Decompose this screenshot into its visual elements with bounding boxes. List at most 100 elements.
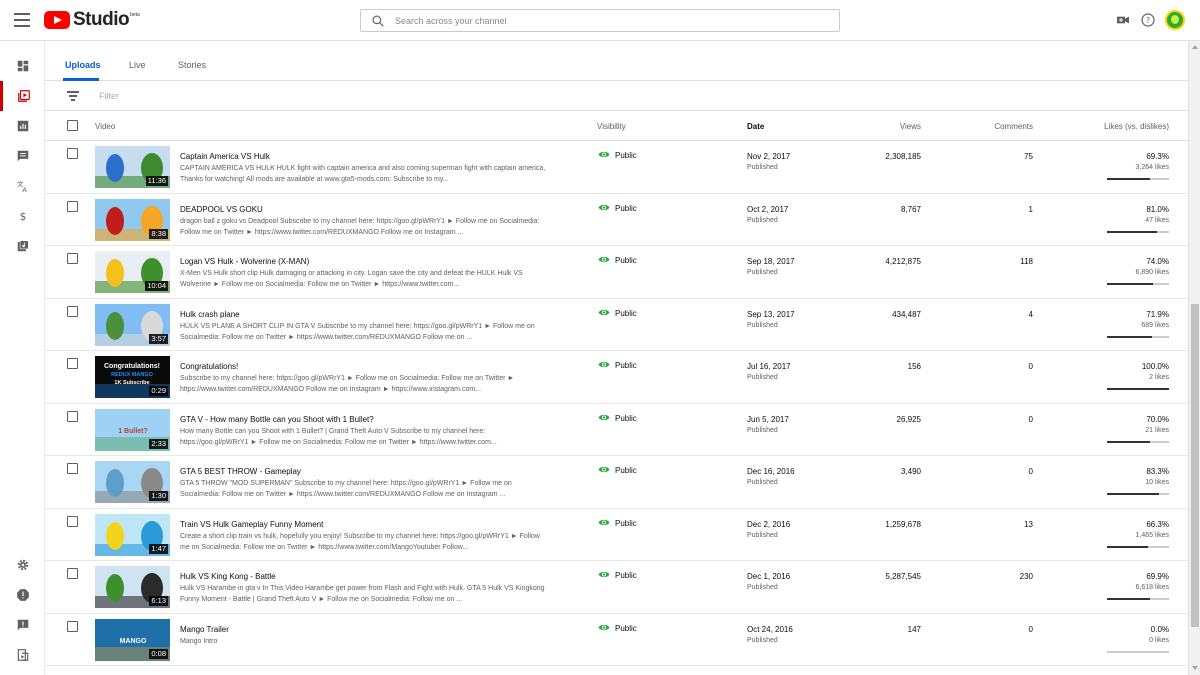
sidebar-item-comments[interactable] <box>0 141 45 171</box>
column-header-likes[interactable]: Likes (vs. dislikes) <box>1104 122 1169 131</box>
send-feedback-icon <box>17 619 28 631</box>
search-input[interactable] <box>395 10 825 31</box>
row-checkbox[interactable] <box>67 148 78 159</box>
filter-icon[interactable] <box>67 91 79 101</box>
video-title[interactable]: GTA V - How many Bottle can you Shoot wi… <box>180 415 374 424</box>
row-checkbox[interactable] <box>67 410 78 422</box>
tab-stories[interactable]: Stories <box>178 60 206 70</box>
sidebar-item-send-feedback[interactable] <box>0 610 45 640</box>
video-date: Oct 24, 2016 <box>747 624 793 634</box>
dashboard-icon <box>17 60 28 72</box>
video-title[interactable]: Captain America VS Hulk <box>180 152 270 161</box>
table-row[interactable]: 1:47 Train VS Hulk Gameplay Funny Moment C… <box>45 509 1188 561</box>
video-title[interactable]: Hulk crash plane <box>180 310 240 319</box>
column-header-visibility[interactable]: Visibility <box>597 122 626 131</box>
column-header-date[interactable]: Date <box>747 122 764 131</box>
column-header-comments[interactable]: Comments <box>994 122 1033 131</box>
sidebar-item-audio-library[interactable] <box>0 231 45 261</box>
video-description: Create a short clip train vs hulk, hopef… <box>180 532 540 551</box>
video-title[interactable]: Logan VS Hulk - Wolverine (X-MAN) <box>180 257 309 266</box>
sidebar-item-analytics[interactable] <box>0 111 45 141</box>
scroll-up-arrow[interactable] <box>1192 45 1198 49</box>
visibility-label[interactable]: Public <box>615 519 637 528</box>
menu-icon[interactable] <box>14 13 30 27</box>
video-thumbnail[interactable]: 6:13 <box>95 566 170 608</box>
table-row[interactable]: 1:30 GTA 5 BEST THROW - Gameplay GTA 5 THR… <box>45 456 1188 509</box>
video-thumbnail[interactable]: MANGO 0:08 <box>95 618 170 661</box>
video-comments: 1 <box>1028 204 1033 214</box>
video-comments: 0 <box>1028 362 1033 371</box>
likes-count: 21 likes <box>1145 426 1169 434</box>
row-checkbox[interactable] <box>67 253 78 264</box>
visibility-label[interactable]: Public <box>615 361 637 370</box>
likes-ratio-fill <box>1107 493 1159 495</box>
sidebar-item-videos[interactable] <box>0 81 45 111</box>
visibility-label[interactable]: Public <box>615 414 637 423</box>
table-row[interactable]: 10:04 Logan VS Hulk - Wolverine (X-MAN) X-… <box>45 246 1188 299</box>
table-row[interactable]: Congratulations! REDUX MANGO 1K Subscribe 0… <box>45 351 1188 404</box>
help-icon[interactable]: ? <box>1140 12 1156 28</box>
filter-input[interactable] <box>99 87 399 104</box>
video-title[interactable]: Congratulations! <box>180 362 238 371</box>
video-thumbnail[interactable]: 10:04 <box>95 251 170 293</box>
visibility-label[interactable]: Public <box>615 571 637 580</box>
eye-icon <box>598 204 610 210</box>
visibility-label[interactable]: Public <box>615 624 637 633</box>
row-checkbox[interactable] <box>67 515 78 527</box>
row-checkbox[interactable] <box>67 463 78 474</box>
video-thumbnail[interactable]: 8:38 <box>95 198 170 241</box>
row-checkbox[interactable] <box>67 568 78 579</box>
svg-text:1K Subscribe: 1K Subscribe <box>114 380 149 386</box>
video-thumbnail[interactable]: 1:30 <box>95 461 170 503</box>
visibility-label[interactable]: Public <box>615 309 637 318</box>
scroll-thumb[interactable] <box>1191 304 1199 627</box>
video-title[interactable]: GTA 5 BEST THROW - Gameplay <box>180 467 301 476</box>
visibility-label[interactable]: Public <box>615 466 637 475</box>
visibility-label[interactable]: Public <box>615 151 637 160</box>
table-row[interactable]: 3:57 Hulk crash plane HULK VS PLANE A SHOR… <box>45 299 1188 351</box>
sidebar-item-monetization[interactable]: $ <box>0 201 45 231</box>
tab-live[interactable]: Live <box>129 60 146 70</box>
video-title[interactable]: DEADPOOL VS GOKU <box>180 205 263 214</box>
publish-status: Published <box>747 584 778 591</box>
scroll-down-arrow[interactable] <box>1192 666 1198 670</box>
table-row[interactable]: 11:36 Captain America VS Hulk CAPTAIN AMER… <box>45 141 1188 194</box>
video-camera-icon[interactable] <box>1115 12 1131 28</box>
sidebar-item-settings[interactable] <box>0 550 45 580</box>
row-checkbox[interactable] <box>67 620 78 632</box>
column-header-views[interactable]: Views <box>900 122 921 131</box>
video-thumbnail[interactable]: 1:47 <box>95 513 170 556</box>
video-thumbnail[interactable]: Congratulations! REDUX MANGO 1K Subscribe 0… <box>95 356 170 398</box>
tab-uploads[interactable]: Uploads <box>65 60 101 70</box>
visibility-label[interactable]: Public <box>615 204 637 213</box>
video-thumbnail[interactable]: 11:36 <box>95 146 170 188</box>
select-all-checkbox[interactable] <box>67 120 78 131</box>
table-row[interactable]: MANGO 0:08 Mango Trailer Mango Intro Public O… <box>45 614 1188 666</box>
sidebar-item-creator-studio-classic[interactable] <box>0 640 45 670</box>
eye-icon <box>598 466 610 473</box>
video-comments: 13 <box>1024 519 1033 529</box>
video-thumbnail[interactable]: 1 Bullet? 2:33 <box>95 408 170 451</box>
table-row[interactable]: 6:13 Hulk VS King Kong - Battle Hulk VS Ha… <box>45 561 1188 614</box>
visibility-label[interactable]: Public <box>615 256 637 265</box>
video-duration: 0:08 <box>149 648 168 659</box>
search-icon[interactable] <box>371 14 385 28</box>
sidebar-item-dashboard[interactable] <box>0 51 45 81</box>
row-checkbox[interactable] <box>67 305 78 317</box>
table-row[interactable]: 1 Bullet? 2:33 GTA V - How many Bottle can… <box>45 404 1188 456</box>
row-checkbox[interactable] <box>67 200 78 212</box>
video-title[interactable]: Hulk VS King Kong - Battle <box>180 572 276 581</box>
video-thumbnail[interactable]: 3:57 <box>95 303 170 346</box>
video-title[interactable]: Mango Trailer <box>180 625 229 634</box>
video-description: Mango Intro <box>180 637 218 645</box>
studio-logo[interactable]: Studio beta <box>44 9 140 30</box>
sidebar-item-translations[interactable]: 文A <box>0 171 45 201</box>
video-description: Hulk VS Harambe in gta v In This Video H… <box>180 585 545 603</box>
sidebar-item-feedback-alert[interactable] <box>0 580 45 610</box>
page-scrollbar[interactable] <box>1188 41 1200 675</box>
avatar[interactable] <box>1165 10 1185 30</box>
row-checkbox[interactable] <box>67 358 78 369</box>
table-row[interactable]: 8:38 DEADPOOL VS GOKU dragon ball z goku v… <box>45 194 1188 246</box>
creator-studio-classic-icon <box>17 649 28 661</box>
video-title[interactable]: Train VS Hulk Gameplay Funny Moment <box>180 520 323 529</box>
